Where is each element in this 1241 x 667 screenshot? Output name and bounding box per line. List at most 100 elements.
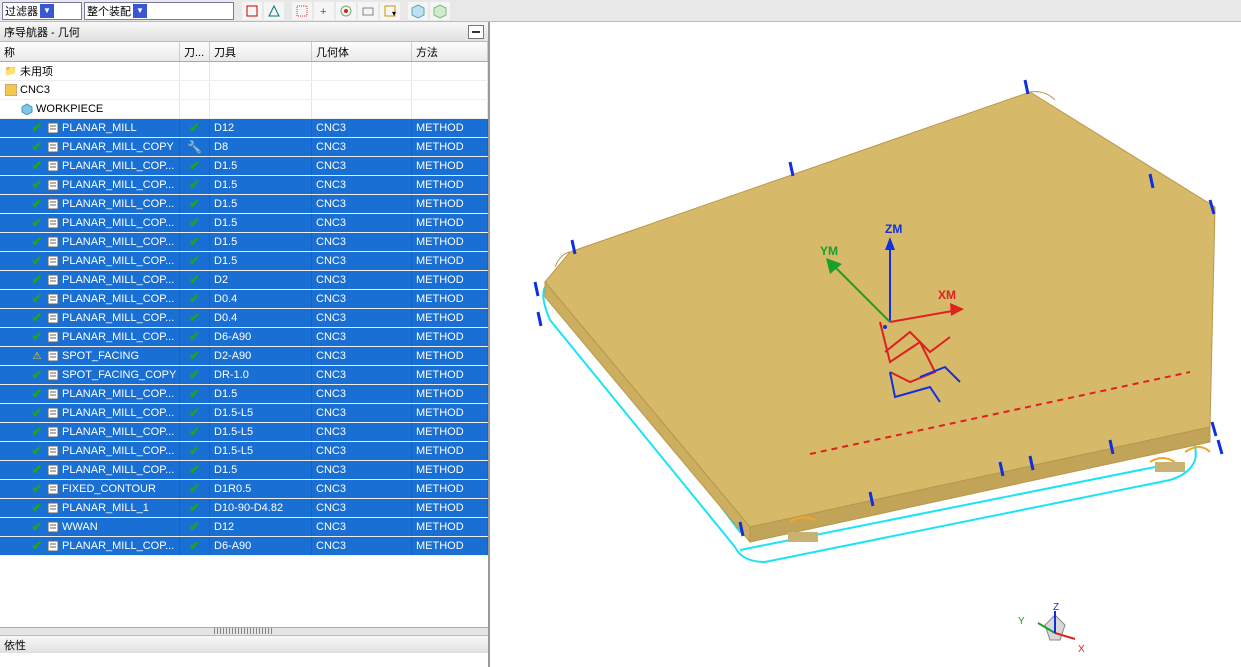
cell-geom: CNC3	[312, 214, 412, 232]
check-icon: ✔	[30, 274, 44, 286]
operation-row[interactable]: ✔PLANAR_MILL_COP...✔D1.5-L5CNC3METHOD	[0, 404, 488, 423]
status-check-icon: ✔	[189, 500, 200, 516]
check-icon: ✔	[30, 331, 44, 343]
operation-row[interactable]: ✔PLANAR_MILL_COP...✔D1.5CNC3METHOD	[0, 461, 488, 480]
toolbar-icon-5[interactable]	[336, 2, 356, 20]
check-icon: ✔	[30, 521, 44, 533]
operation-row[interactable]: ✔PLANAR_MILL_1✔D10-90-D4.82CNC3METHOD	[0, 499, 488, 518]
operation-name: PLANAR_MILL_COP...	[62, 540, 174, 552]
cell-method: METHOD	[412, 157, 488, 175]
cell-method: METHOD	[412, 518, 488, 536]
cell-tool: D1.5-L5	[210, 404, 312, 422]
cell-tool: D2	[210, 271, 312, 289]
cell-geom: CNC3	[312, 480, 412, 498]
triad-label-z: Z	[1053, 602, 1059, 613]
operation-row[interactable]: ✔PLANAR_MILL_COP...✔D1.5CNC3METHOD	[0, 233, 488, 252]
toolbar-icon-1[interactable]	[242, 2, 262, 20]
tree-node[interactable]: WORKPIECE	[0, 100, 488, 119]
operation-row[interactable]: ✔PLANAR_MILL_COP...✔D1.5CNC3METHOD	[0, 195, 488, 214]
operation-row[interactable]: ✔FIXED_CONTOUR✔D1R0.5CNC3METHOD	[0, 480, 488, 499]
check-icon: ✔	[30, 122, 44, 134]
toolbar-icon-6[interactable]	[358, 2, 378, 20]
operation-icon	[46, 236, 60, 248]
status-check-icon: ✔	[189, 253, 200, 269]
check-icon: ✔	[30, 141, 44, 153]
assembly-combo[interactable]: 整个装配 ▼	[84, 2, 234, 20]
cell-tool: D12	[210, 518, 312, 536]
operation-name: SPOT_FACING_COPY	[62, 369, 176, 381]
operation-icon	[46, 179, 60, 191]
toolbar-icon-cube2[interactable]	[430, 2, 450, 20]
toolbar-icon-cube[interactable]	[408, 2, 428, 20]
operation-name: SPOT_FACING	[62, 350, 139, 362]
operation-icon	[46, 426, 60, 438]
cell-geom: CNC3	[312, 366, 412, 384]
col-header-tool[interactable]: 刀具	[210, 42, 312, 61]
column-headers: 称 刀... 刀具 几何体 方法	[0, 42, 488, 62]
toolbar-icon-2[interactable]	[264, 2, 284, 20]
cell-geom: CNC3	[312, 537, 412, 555]
operation-icon	[46, 350, 60, 362]
col-header-geom[interactable]: 几何体	[312, 42, 412, 61]
operation-name: PLANAR_MILL_COP...	[62, 388, 174, 400]
assembly-combo-label: 整个装配	[87, 3, 131, 19]
toolbar-icon-3[interactable]	[292, 2, 312, 20]
operation-row[interactable]: ✔PLANAR_MILL_COP...✔D0.4CNC3METHOD	[0, 309, 488, 328]
operation-tree[interactable]: 📁未用项CNC3WORKPIECE✔PLANAR_MILL✔D12CNC3MET…	[0, 62, 488, 627]
viewport-3d[interactable]: ZM YM XM X Y Z	[490, 22, 1241, 667]
node-label: WORKPIECE	[36, 103, 103, 115]
cell-tool: D1.5	[210, 214, 312, 232]
operation-row[interactable]: ✔PLANAR_MILL_COP...✔D6-A90CNC3METHOD	[0, 537, 488, 556]
operation-row[interactable]: ✔PLANAR_MILL_COPY🔧D8CNC3METHOD	[0, 138, 488, 157]
operation-icon	[46, 122, 60, 134]
operation-row[interactable]: ✔SPOT_FACING_COPY✔DR-1.0CNC3METHOD	[0, 366, 488, 385]
check-icon: ✔	[30, 217, 44, 229]
cell-method: METHOD	[412, 404, 488, 422]
operation-icon	[46, 388, 60, 400]
operation-icon	[46, 369, 60, 381]
operation-row[interactable]: ✔PLANAR_MILL_COP...✔D0.4CNC3METHOD	[0, 290, 488, 309]
col-header-name[interactable]: 称	[0, 42, 180, 61]
status-check-icon: ✔	[189, 367, 200, 383]
col-header-check[interactable]: 刀...	[180, 42, 210, 61]
operation-row[interactable]: ✔PLANAR_MILL_COP...✔D1.5-L5CNC3METHOD	[0, 442, 488, 461]
cell-geom: CNC3	[312, 290, 412, 308]
operation-row[interactable]: ✔PLANAR_MILL_COP...✔D6-A90CNC3METHOD	[0, 328, 488, 347]
main-area: 序导航器 - 几何 称 刀... 刀具 几何体 方法 📁未用项CNC3WORKP…	[0, 22, 1241, 667]
filter-combo[interactable]: 过滤器 ▼	[2, 2, 82, 20]
check-icon: ✔	[30, 179, 44, 191]
cell-method: METHOD	[412, 480, 488, 498]
operation-row[interactable]: ✔PLANAR_MILL✔D12CNC3METHOD	[0, 119, 488, 138]
operation-row[interactable]: ✔PLANAR_MILL_COP...✔D1.5CNC3METHOD	[0, 157, 488, 176]
operation-row[interactable]: ✔PLANAR_MILL_COP...✔D1.5-L5CNC3METHOD	[0, 423, 488, 442]
operation-row[interactable]: ✔PLANAR_MILL_COP...✔D1.5CNC3METHOD	[0, 252, 488, 271]
col-header-method[interactable]: 方法	[412, 42, 488, 61]
status-check-icon: ✔	[189, 196, 200, 212]
tree-node[interactable]: CNC3	[0, 81, 488, 100]
check-icon: ✔	[30, 407, 44, 419]
cell-method: METHOD	[412, 309, 488, 327]
operation-icon	[46, 255, 60, 267]
cell-method: METHOD	[412, 271, 488, 289]
operation-row[interactable]: ✔PLANAR_MILL_COP...✔D1.5CNC3METHOD	[0, 214, 488, 233]
status-check-icon: ✔	[189, 538, 200, 554]
status-check-icon: ✔	[189, 386, 200, 402]
operation-name: WWAN	[62, 521, 98, 533]
cell-geom: CNC3	[312, 138, 412, 156]
check-icon: ✔	[30, 312, 44, 324]
cell-tool: D1.5	[210, 176, 312, 194]
cell-method: METHOD	[412, 328, 488, 346]
cell-tool: D10-90-D4.82	[210, 499, 312, 517]
operation-name: PLANAR_MILL_COP...	[62, 331, 174, 343]
panel-collapse-icon[interactable]	[468, 25, 484, 39]
operation-row[interactable]: ⚠SPOT_FACING✔D2-A90CNC3METHOD	[0, 347, 488, 366]
operation-name: PLANAR_MILL_COP...	[62, 426, 174, 438]
tree-node[interactable]: 📁未用项	[0, 62, 488, 81]
toolbar-icon-4[interactable]: +	[314, 2, 334, 20]
operation-row[interactable]: ✔PLANAR_MILL_COP...✔D2CNC3METHOD	[0, 271, 488, 290]
operation-row[interactable]: ✔WWAN✔D12CNC3METHOD	[0, 518, 488, 537]
splitter-handle[interactable]	[0, 627, 488, 635]
operation-row[interactable]: ✔PLANAR_MILL_COP...✔D1.5CNC3METHOD	[0, 385, 488, 404]
toolbar-icon-7[interactable]: ▾	[380, 2, 400, 20]
operation-row[interactable]: ✔PLANAR_MILL_COP...✔D1.5CNC3METHOD	[0, 176, 488, 195]
